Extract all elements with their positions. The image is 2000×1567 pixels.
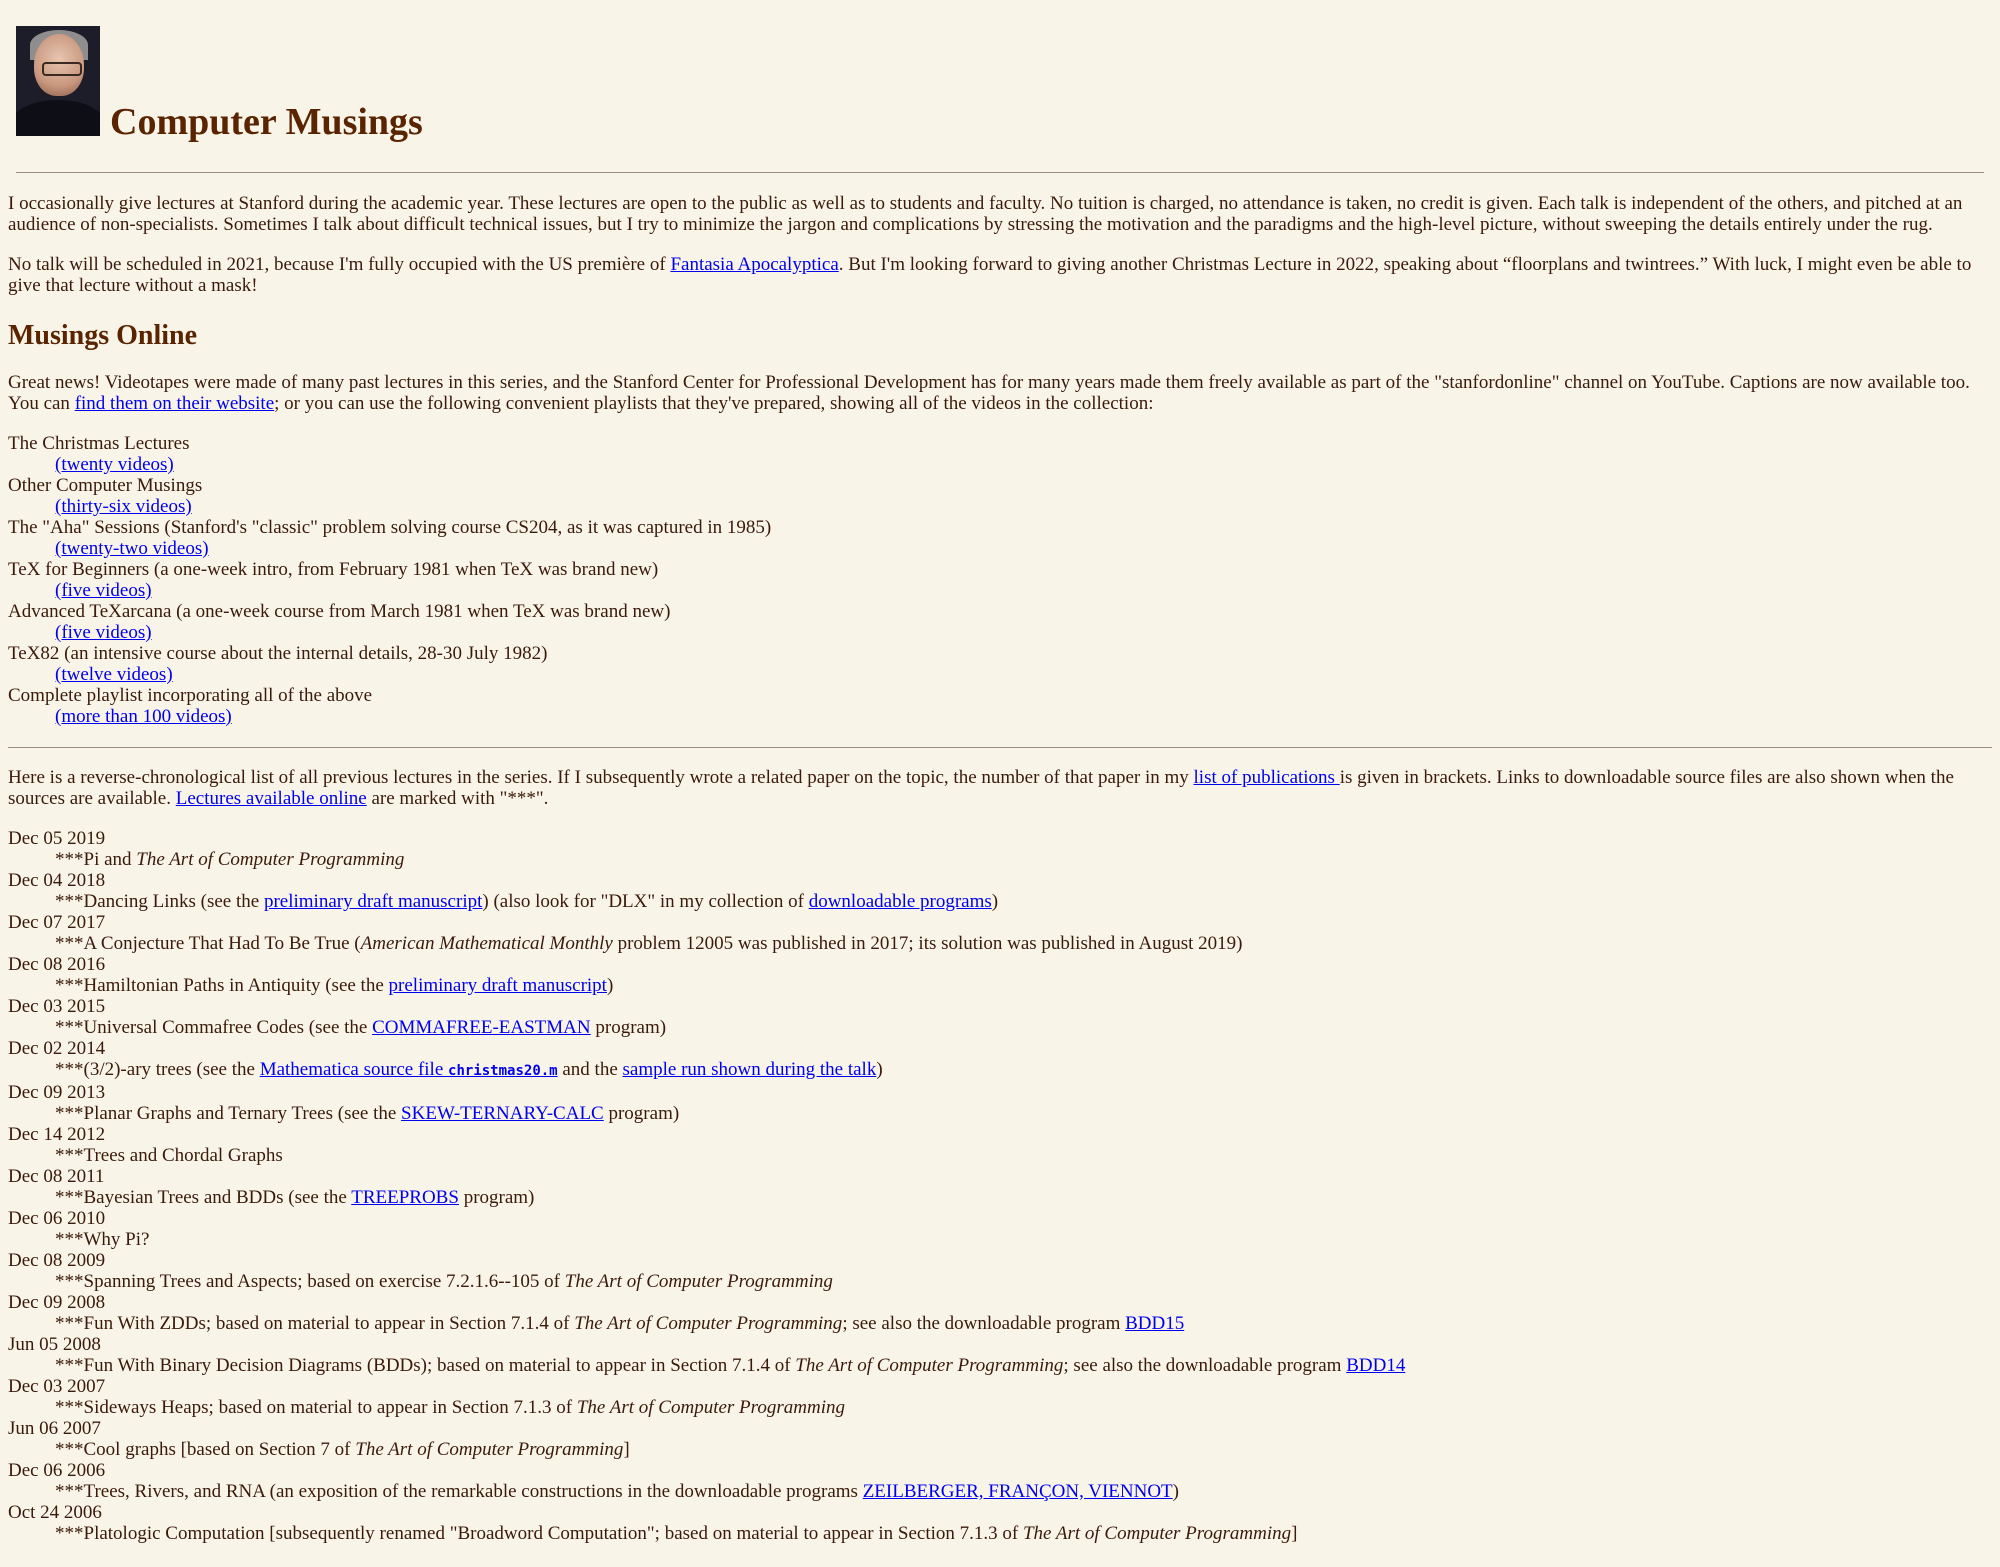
lecture-title: ***Spanning Trees and Aspects; based on … [55, 1271, 833, 1292]
book-title: The Art of Computer Programming [355, 1439, 624, 1460]
page-header: Computer Musings [8, 0, 1992, 173]
schedule-paragraph: No talk will be scheduled in 2021, becau… [8, 254, 1972, 296]
playlist-item: (twenty-two videos) [8, 538, 1992, 559]
lecture-date: Dec 03 2015 [8, 996, 106, 1017]
lecture-date: Dec 07 2017 [8, 912, 106, 933]
lecture-title: ***Why Pi? [55, 1229, 150, 1250]
lecture-date: Dec 05 2019 [8, 828, 106, 849]
lecture-title: ***Hamiltonian Paths in Antiquity (see t… [55, 975, 614, 996]
book-title: The Art of Computer Programming [574, 1313, 843, 1334]
lecture-title: ***Dancing Links (see the preliminary dr… [55, 891, 999, 912]
website-link[interactable]: find them on their website [75, 393, 274, 414]
lecture-date: Jun 05 2008 [8, 1334, 101, 1355]
book-title: The Art of Computer Programming [576, 1397, 845, 1418]
playlist-list: The Christmas Lectures (twenty videos) Oth… [8, 433, 1992, 727]
lecture-resource-link[interactable]: BDD14 [1346, 1355, 1405, 1376]
lecture-title: ***Bayesian Trees and BDDs (see the TREE… [55, 1187, 535, 1208]
playlist-item: (thirty-six videos) [8, 496, 1992, 517]
online-paragraph: Great news! Videotapes were made of many… [8, 372, 1970, 414]
playlist-item: (twelve videos) [8, 664, 1992, 685]
lecture-date: Jun 06 2007 [8, 1418, 101, 1439]
lecture-resource-link[interactable]: SKEW-TERNARY-CALC [401, 1103, 604, 1124]
lecture-date: Dec 06 2010 [8, 1208, 106, 1229]
playlist-link[interactable]: (thirty-six videos) [55, 496, 192, 517]
playlist-link[interactable]: (twenty-two videos) [55, 538, 209, 559]
section-divider [8, 747, 1992, 748]
page-title: Computer Musings [110, 101, 423, 143]
playlist-item: (five videos) [8, 622, 1992, 643]
lecture-title: ***Cool graphs [based on Section 7 of Th… [55, 1439, 630, 1460]
lecture-title: ***Universal Commafree Codes (see the CO… [55, 1017, 667, 1038]
lecture-date: Dec 09 2013 [8, 1082, 106, 1103]
playlist-item: (twenty videos) [8, 454, 1992, 475]
book-title: The Art of Computer Programming [564, 1271, 833, 1292]
lecture-resource-link[interactable]: TREEPROBS [351, 1187, 459, 1208]
lecture-title: ***Planar Graphs and Ternary Trees (see … [55, 1103, 680, 1124]
lecture-date: Dec 04 2018 [8, 870, 106, 891]
lecture-date: Dec 02 2014 [8, 1038, 106, 1059]
musings-online-heading: Musings Online [8, 320, 198, 351]
lecture-title: ***Platologic Computation [subsequently … [55, 1523, 1298, 1544]
lecture-resource-link[interactable]: ZEILBERGER, FRANÇON, VIENNOT [863, 1481, 1173, 1502]
playlist-item: (more than 100 videos) [8, 706, 1992, 727]
lecture-resource-link[interactable]: preliminary draft manuscript [389, 975, 607, 996]
playlist-title: TeX82 (an intensive course about the int… [8, 643, 548, 664]
lecture-resource-link[interactable]: preliminary draft manuscript [264, 891, 482, 912]
header-divider [16, 172, 1984, 173]
lecture-title: ***(3/2)-ary trees (see the Mathematica … [55, 1059, 883, 1080]
lecture-list: Dec 05 2019 ***Pi and The Art of Computer… [8, 828, 1992, 1544]
playlist-title: Advanced TeXarcana (a one-week course fr… [8, 601, 671, 622]
lecture-title: ***Pi and The Art of Computer Programmin… [55, 849, 405, 870]
author-portrait [16, 26, 100, 136]
lecture-resource-link[interactable]: COMMAFREE-EASTMAN [372, 1017, 591, 1038]
lecture-date: Dec 08 2011 [8, 1166, 105, 1187]
lecture-title: ***Sideways Heaps; based on material to … [55, 1397, 845, 1418]
lecture-date: Dec 06 2006 [8, 1460, 106, 1481]
lecture-date: Oct 24 2006 [8, 1502, 102, 1523]
list-intro-paragraph: Here is a reverse-chronological list of … [8, 767, 1954, 809]
playlist-link[interactable]: (five videos) [55, 622, 152, 643]
lecture-resource-link[interactable]: downloadable programs [809, 891, 992, 912]
lecture-title: ***Fun With Binary Decision Diagrams (BD… [55, 1355, 1406, 1376]
lecture-date: Dec 08 2016 [8, 954, 106, 975]
lecture-title: ***Trees, Rivers, and RNA (an exposition… [55, 1481, 1179, 1502]
playlist-title: Other Computer Musings [8, 475, 203, 496]
lecture-date: Dec 03 2007 [8, 1376, 106, 1397]
playlist-link[interactable]: (twelve videos) [55, 664, 173, 685]
lecture-resource-link[interactable]: BDD15 [1125, 1313, 1184, 1334]
playlist-title: The Christmas Lectures [8, 433, 190, 454]
book-title: The Art of Computer Programming [1022, 1523, 1292, 1544]
playlist-link[interactable]: (five videos) [55, 580, 152, 601]
book-title: The Art of Computer Programming [795, 1355, 1064, 1376]
lecture-resource-link[interactable]: Mathematica source file christmas20.m [260, 1059, 558, 1080]
playlist-title: Complete playlist incorporating all of t… [8, 685, 373, 706]
lecture-date: Dec 09 2008 [8, 1292, 106, 1313]
playlist-title: The "Aha" Sessions (Stanford's "classic"… [8, 517, 772, 538]
playlist-title: TeX for Beginners (a one-week intro, fro… [8, 559, 659, 580]
publications-link[interactable]: list of publications [1194, 767, 1340, 788]
playlist-link[interactable]: (twenty videos) [55, 454, 174, 475]
intro-paragraph: I occasionally give lectures at Stanford… [8, 193, 1963, 235]
book-title: American Mathematical Monthly [360, 933, 613, 954]
lecture-resource-link[interactable]: sample run shown during the talk [623, 1059, 877, 1080]
lecture-title: ***A Conjecture That Had To Be True (Ame… [55, 933, 1243, 954]
playlist-link[interactable]: (more than 100 videos) [55, 706, 232, 727]
lecture-date: Dec 14 2012 [8, 1124, 106, 1145]
lecture-title: ***Trees and Chordal Graphs [55, 1145, 283, 1166]
book-title: The Art of Computer Programming [136, 849, 405, 870]
lecture-title: ***Fun With ZDDs; based on material to a… [55, 1313, 1185, 1334]
lecture-date: Dec 08 2009 [8, 1250, 106, 1271]
fantasia-apocalyptica-link[interactable]: Fantasia Apocalyptica [670, 254, 838, 275]
playlist-item: (five videos) [8, 580, 1992, 601]
lectures-online-link[interactable]: Lectures available online [176, 788, 367, 809]
